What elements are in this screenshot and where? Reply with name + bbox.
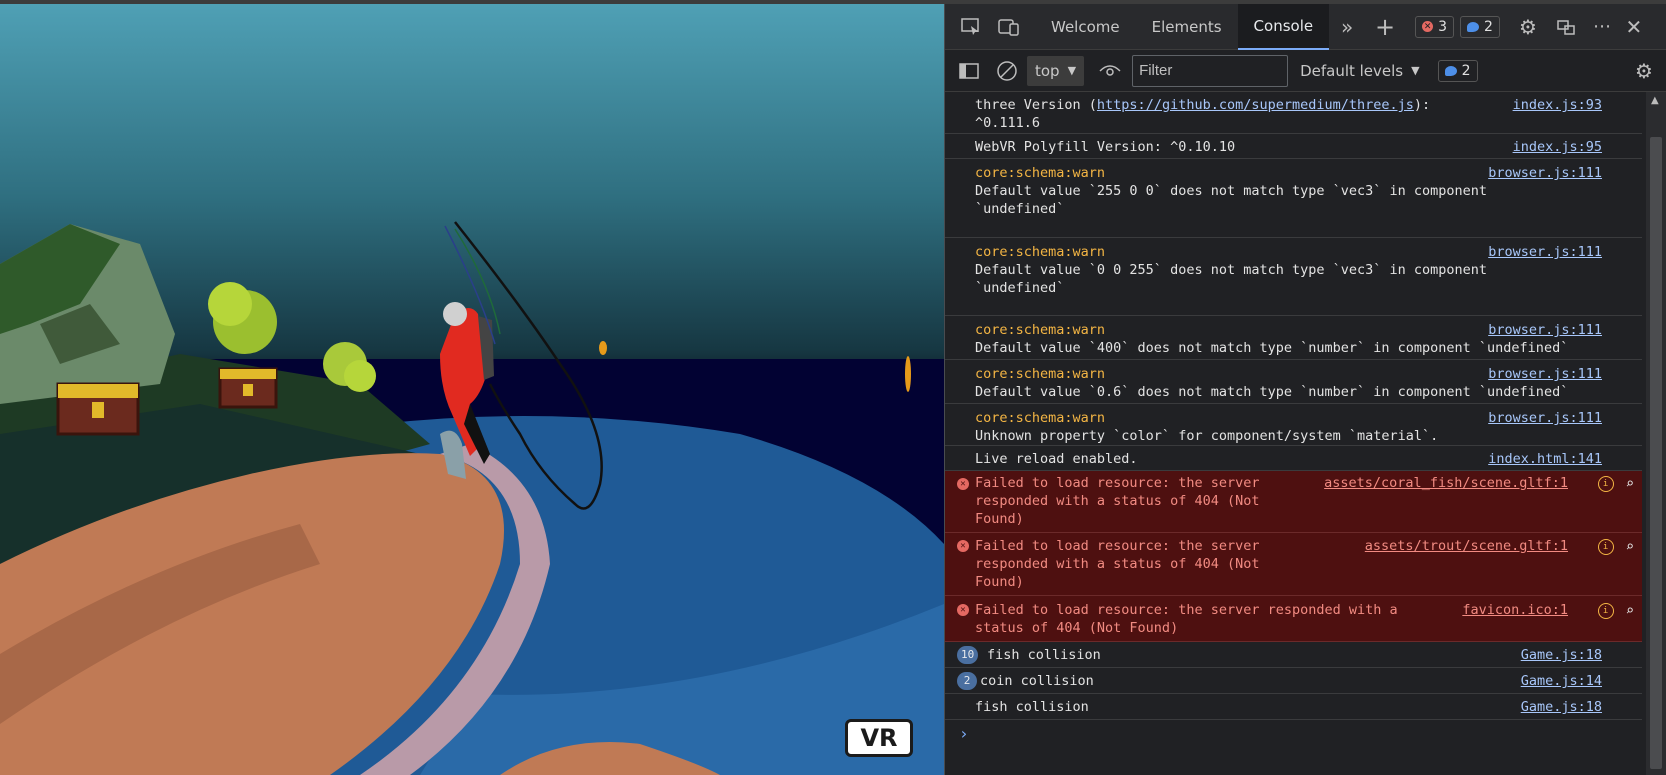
console-row-error: ✕ Failed to load resource: the server re…	[945, 596, 1642, 642]
message-count-badge[interactable]: 2	[1460, 15, 1500, 38]
coin	[599, 341, 607, 355]
source-link[interactable]: browser.js:111	[1488, 164, 1602, 182]
scrollbar-thumb[interactable]	[1650, 137, 1662, 769]
console-messages: three Version (https://github.com/superm…	[945, 92, 1642, 775]
customize-devtools-icon[interactable]	[1554, 15, 1578, 39]
close-icon[interactable]: ✕	[1622, 15, 1646, 39]
error-icon: ✕	[957, 540, 969, 552]
dropdown-arrow-icon: ▼	[1067, 64, 1077, 77]
repeat-count-badge: 2	[957, 672, 977, 690]
source-link[interactable]: favicon.ico:1	[1462, 601, 1568, 619]
console-row-repeated: 10 fish collision Game.js:18	[945, 642, 1642, 668]
context-label: top	[1035, 61, 1060, 80]
tab-console[interactable]: Console	[1237, 3, 1330, 50]
issues-badge[interactable]: 2	[1437, 59, 1478, 82]
tab-welcome[interactable]: Welcome	[1035, 4, 1136, 50]
more-tabs-icon[interactable]: »	[1335, 15, 1359, 39]
message-icon	[1467, 21, 1480, 32]
console-row-warning: core:schema:warn Default value `0.6` doe…	[945, 360, 1642, 404]
source-link[interactable]: assets/trout/scene.gltf:1	[1365, 537, 1568, 555]
console-prompt[interactable]: ›	[945, 720, 1642, 748]
log-levels-label: Default levels	[1300, 61, 1404, 80]
clear-console-icon[interactable]	[995, 59, 1019, 83]
treasure-chest	[218, 367, 278, 409]
console-row-warning: core:schema:warn Default value `255 0 0`…	[945, 159, 1642, 238]
dropdown-arrow-icon: ▼	[1411, 64, 1420, 77]
search-icon[interactable]: ⌕	[1626, 538, 1634, 556]
settings-gear-icon[interactable]: ⚙	[1516, 15, 1540, 39]
search-icon[interactable]: ⌕	[1626, 475, 1634, 493]
error-icon: ✕	[1422, 21, 1434, 32]
console-row-log: WebVR Polyfill Version: ^0.10.10 index.j…	[945, 134, 1642, 159]
treasure-chest	[56, 382, 140, 436]
more-options-icon[interactable]: ⋯	[1590, 15, 1614, 39]
coin	[905, 356, 911, 392]
source-link[interactable]: browser.js:111	[1488, 243, 1602, 261]
source-link[interactable]: Game.js:18	[1521, 698, 1602, 716]
tab-elements[interactable]: Elements	[1136, 4, 1238, 50]
filter-input[interactable]	[1132, 54, 1289, 87]
console-row-log: three Version (https://github.com/superm…	[945, 92, 1642, 134]
source-link[interactable]: index.js:93	[1513, 96, 1602, 114]
source-link[interactable]: Game.js:14	[1521, 672, 1602, 690]
console-settings-gear-icon[interactable]: ⚙	[1632, 59, 1656, 83]
message-icon	[1444, 65, 1457, 76]
device-emulation-icon[interactable]	[997, 15, 1021, 39]
devtools-tab-bar: Welcome Elements Console » + ✕ 3 2 ⚙ ⋯ ✕	[945, 3, 1666, 50]
prompt-chevron-icon: ›	[959, 724, 969, 743]
enter-vr-button[interactable]: VR	[845, 719, 913, 757]
source-link[interactable]: Game.js:18	[1521, 646, 1602, 664]
context-selector[interactable]: top ▼	[1027, 55, 1085, 86]
console-scrollbar[interactable]: ▲	[1646, 92, 1666, 775]
insights-icon[interactable]: i	[1597, 603, 1614, 619]
console-row-error: ✕ Failed to load resource: the server re…	[945, 471, 1642, 533]
insights-icon[interactable]: i	[1597, 539, 1614, 555]
source-link[interactable]: browser.js:111	[1488, 409, 1602, 427]
source-link[interactable]: browser.js:111	[1488, 365, 1602, 383]
vr-scene-canvas[interactable]	[0, 4, 944, 775]
three-github-link[interactable]: https://github.com/supermedium/three.js	[1097, 97, 1414, 113]
console-row-error: ✕ Failed to load resource: the server re…	[945, 533, 1642, 596]
console-row-warning: core:schema:warn Unknown property `color…	[945, 404, 1642, 446]
console-row-warning: core:schema:warn Default value `400` doe…	[945, 316, 1642, 360]
search-icon[interactable]: ⌕	[1626, 602, 1634, 620]
sidebar-toggle-icon[interactable]	[957, 59, 981, 83]
source-link[interactable]: assets/coral_fish/scene.gltf:1	[1324, 474, 1568, 492]
console-row-warning: core:schema:warn Default value `0 0 255`…	[945, 238, 1642, 316]
issues-count: 2	[1461, 62, 1471, 79]
error-icon: ✕	[957, 478, 969, 490]
devtools-panel: Welcome Elements Console » + ✕ 3 2 ⚙ ⋯ ✕…	[944, 3, 1666, 775]
scene-render	[0, 4, 944, 775]
message-count: 2	[1484, 18, 1493, 35]
source-link[interactable]: index.html:141	[1488, 450, 1602, 468]
live-expression-eye-icon[interactable]	[1098, 59, 1122, 83]
insights-icon[interactable]: i	[1597, 476, 1614, 492]
error-count-badge[interactable]: ✕ 3	[1415, 15, 1455, 38]
error-count: 3	[1438, 18, 1448, 35]
log-levels-dropdown[interactable]: Default levels ▼	[1288, 62, 1432, 80]
repeat-count-badge: 10	[957, 646, 979, 664]
console-row-repeated: 2 coin collision Game.js:14	[945, 668, 1642, 694]
scroll-up-arrow-icon[interactable]: ▲	[1651, 95, 1659, 106]
console-toolbar: top ▼ Default levels ▼ 2 ⚙	[945, 50, 1666, 92]
add-tab-icon[interactable]: +	[1373, 13, 1397, 41]
error-icon: ✕	[957, 604, 969, 616]
console-row-log: fish collision Game.js:18	[945, 694, 1642, 720]
inspect-element-icon[interactable]	[959, 15, 983, 39]
console-row-log: Live reload enabled. index.html:141	[945, 446, 1642, 471]
source-link[interactable]: browser.js:111	[1488, 321, 1602, 339]
source-link[interactable]: index.js:95	[1513, 138, 1602, 156]
